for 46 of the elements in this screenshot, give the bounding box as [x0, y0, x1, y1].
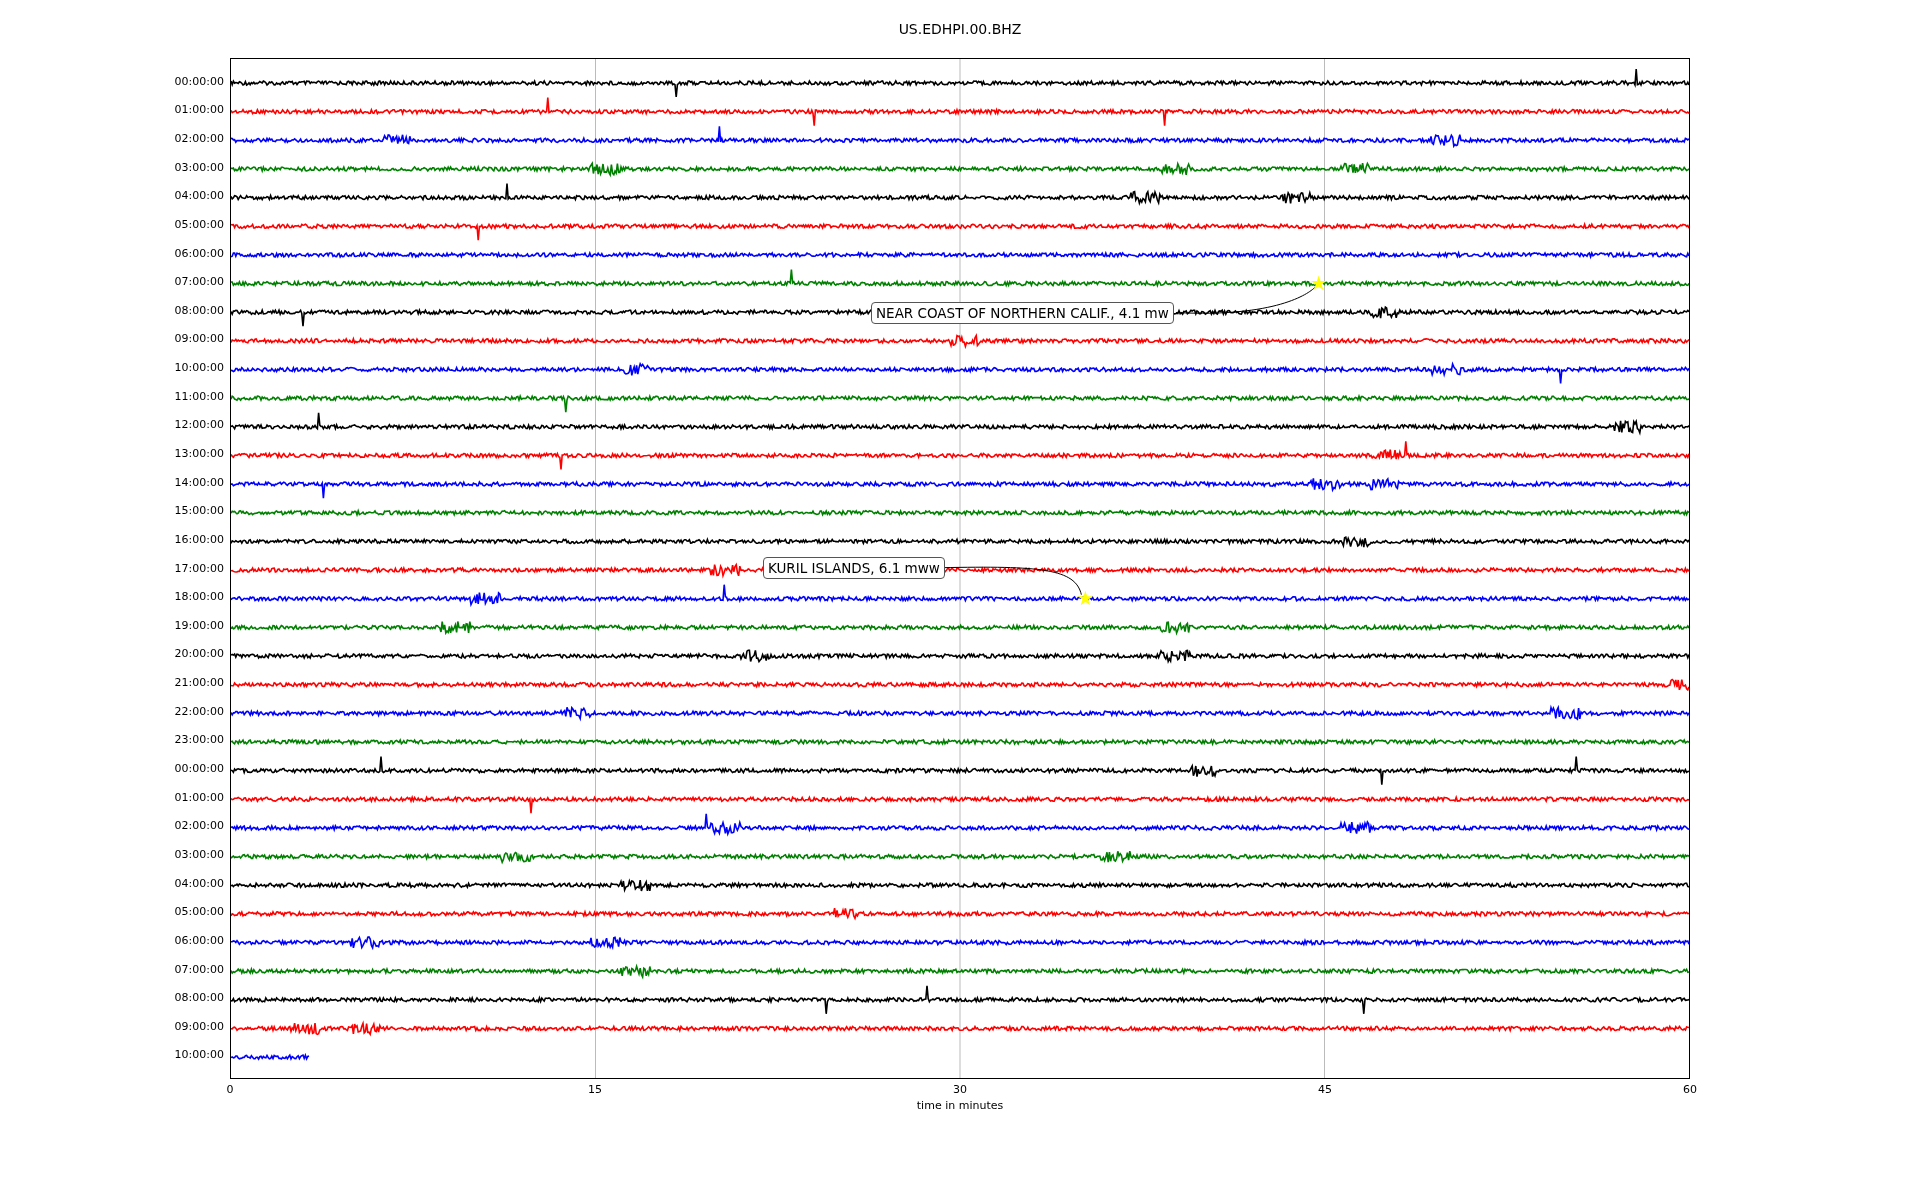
time-label: 00:00:00	[174, 73, 225, 90]
time-label: 04:00:00	[174, 188, 225, 205]
time-label: 06:00:00	[174, 245, 225, 262]
time-label: 08:00:00	[174, 302, 225, 319]
event-label: NEAR COAST OF NORTHERN CALIF., 4.1 mw	[871, 301, 1174, 324]
time-label: 03:00:00	[174, 846, 225, 863]
time-label: 09:00:00	[174, 331, 225, 348]
time-label: 11:00:00	[174, 388, 225, 405]
time-label: 03:00:00	[174, 159, 225, 176]
time-label: 23:00:00	[174, 732, 225, 749]
time-label: 04:00:00	[174, 875, 225, 892]
time-label: 10:00:00	[174, 1047, 225, 1064]
axis-label: time in minutes	[916, 1099, 1004, 1112]
tick-label: 45	[1318, 1083, 1332, 1096]
time-label: 20:00:00	[174, 646, 225, 663]
time-label: 08:00:00	[174, 990, 225, 1007]
time-label: 13:00:00	[174, 446, 225, 462]
tick-label: 30	[953, 1083, 967, 1096]
event-star	[1311, 275, 1327, 290]
time-label: 15:00:00	[174, 503, 225, 520]
time-label: 12:00:00	[174, 417, 225, 434]
time-label: 10:00:00	[174, 360, 225, 377]
time-label: 16:00:00	[174, 531, 225, 548]
time-label: 02:00:00	[174, 818, 225, 835]
time-label: 14:00:00	[174, 474, 225, 491]
time-label: 22:00:00	[174, 703, 225, 720]
time-label: 09:00:00	[174, 1018, 225, 1035]
time-label: 06:00:00	[174, 932, 225, 949]
time-label: 05:00:00	[174, 904, 225, 921]
time-label: 02:00:00	[174, 130, 225, 147]
tick-label: 15	[588, 1083, 602, 1096]
event-star	[1077, 590, 1093, 606]
time-label: 00:00:00	[174, 761, 225, 778]
time-label: 01:00:00	[174, 102, 225, 119]
time-label: 21:00:00	[174, 675, 225, 692]
time-label: 01:00:00	[174, 789, 225, 806]
time-label: 07:00:00	[174, 961, 225, 978]
time-label: 19:00:00	[174, 617, 225, 634]
time-label: 07:00:00	[174, 274, 225, 291]
tick-label: 0	[226, 1083, 234, 1096]
time-label: 05:00:00	[174, 216, 225, 233]
event-label: KURIL ISLANDS, 6.1 mww	[763, 556, 945, 579]
time-label: 17:00:00	[174, 560, 225, 577]
tick-label: 60	[1683, 1083, 1697, 1096]
time-label: 18:00:00	[174, 589, 225, 606]
plot-title: US.EDHPI.00.BHZ	[898, 21, 1022, 39]
